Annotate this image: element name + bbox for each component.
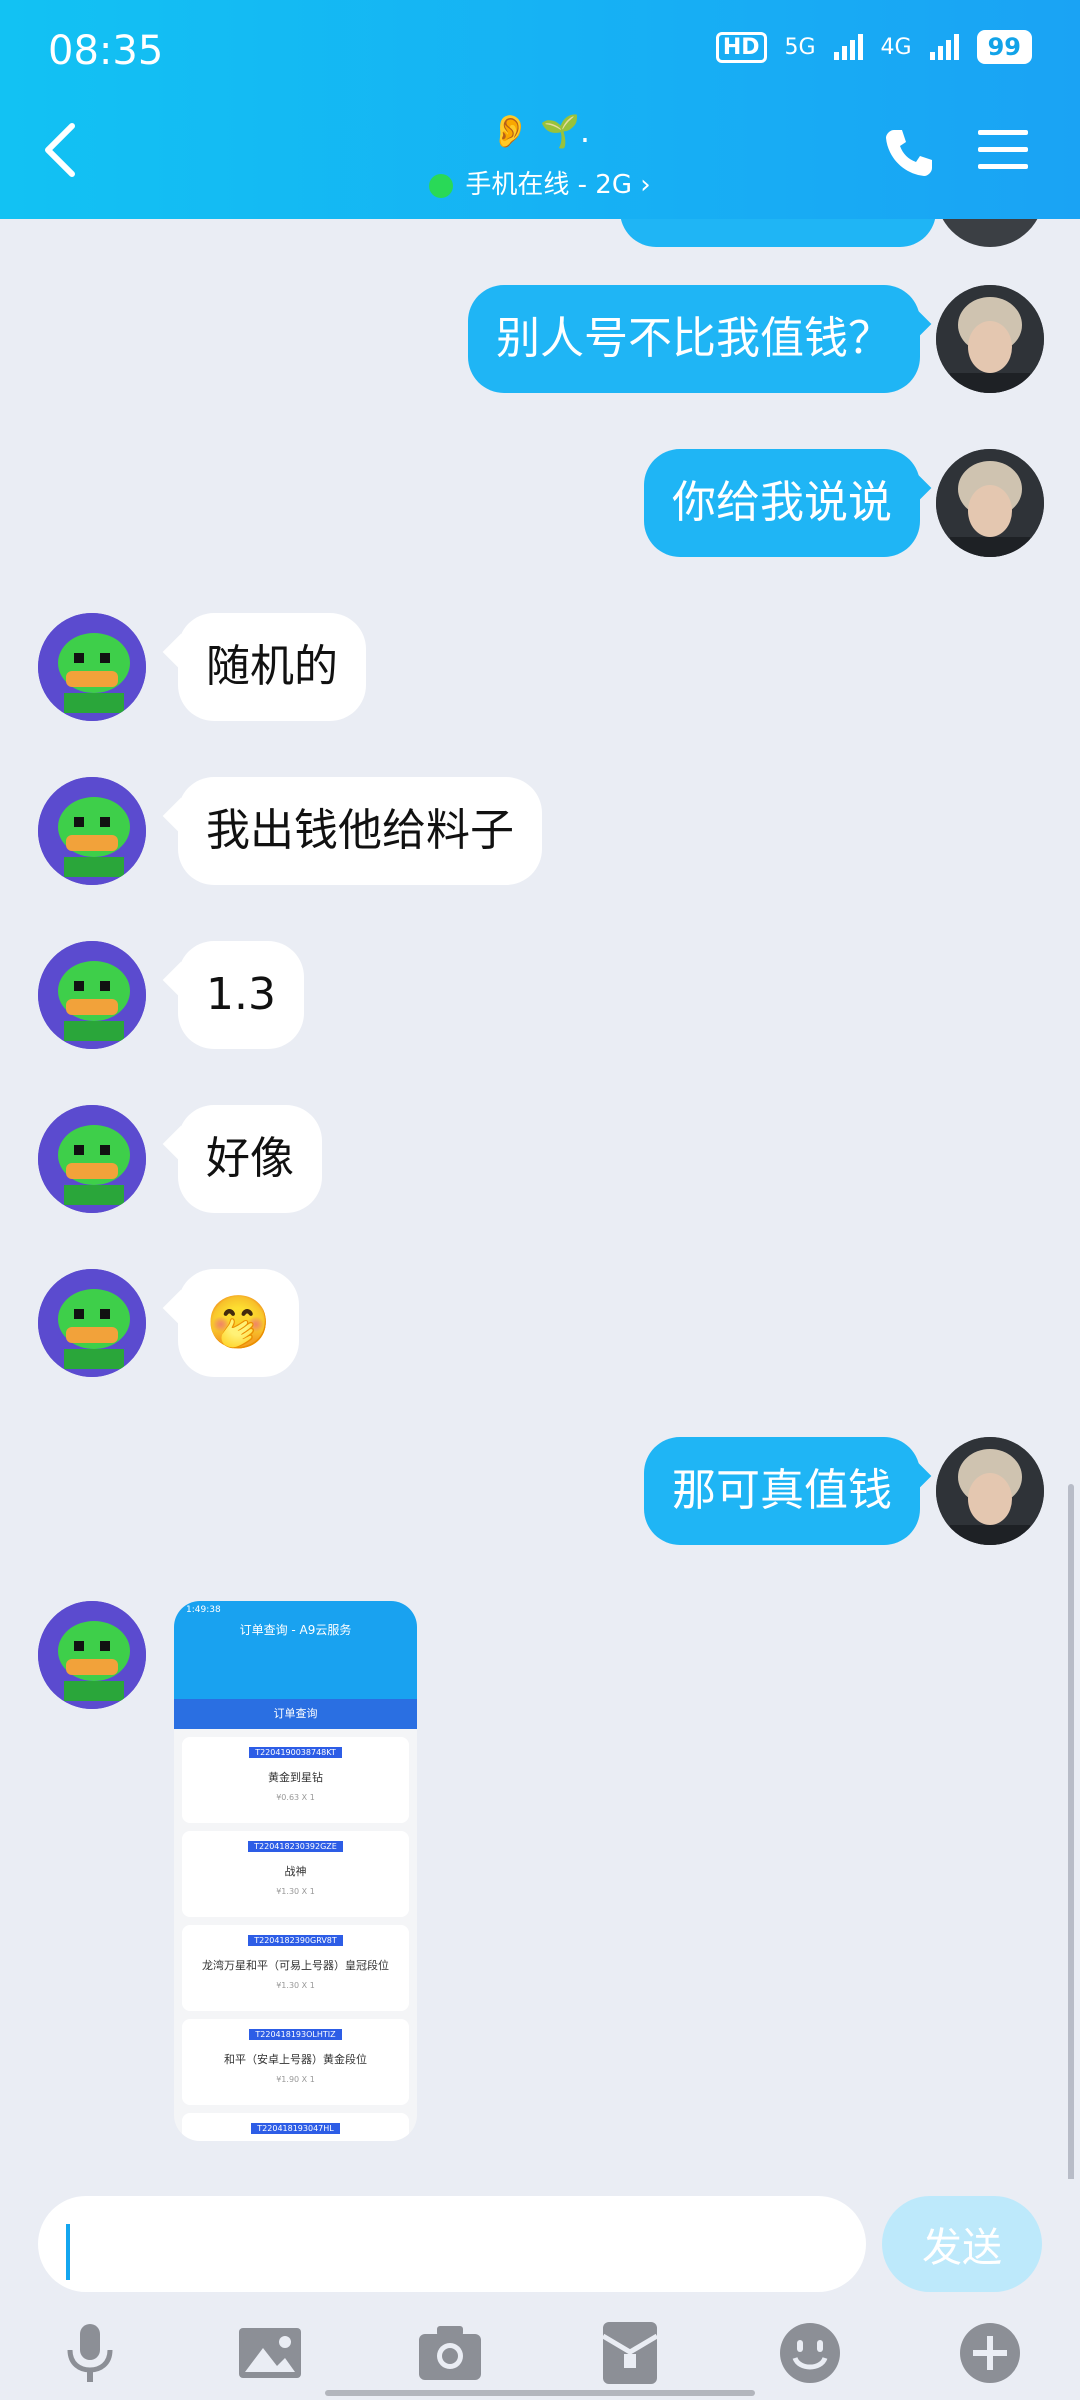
- contact-avatar[interactable]: [38, 613, 146, 721]
- avatar[interactable]: [936, 285, 1044, 393]
- order-id: T220418230392GZE: [248, 1841, 343, 1852]
- message-list[interactable]: 别人号不比我值钱？ 你给我说说 随机的 我出钱他给料子 1.3 好像 🤭 那可真…: [0, 219, 1080, 2179]
- order-price: ¥0.63 X 1: [276, 1793, 315, 1802]
- user-avatar-icon: [936, 285, 1044, 393]
- contact-avatar[interactable]: [38, 1269, 146, 1377]
- order-card: T220418193OLHTIZ 和平（安卓上号器）黄金段位 ¥1.90 X 1: [182, 2019, 409, 2105]
- image-message[interactable]: 1:49:38 订单查询 - A9云服务 订单查询 T2204190038748…: [174, 1601, 417, 2141]
- hd-badge: HD: [715, 31, 767, 63]
- camera-icon[interactable]: [415, 2318, 485, 2388]
- avatar[interactable]: [936, 449, 1044, 557]
- composer: 发送: [0, 2180, 1080, 2320]
- order-price: ¥1.30 X 1: [276, 1887, 315, 1896]
- plus-icon[interactable]: [955, 2318, 1025, 2388]
- contact-avatar[interactable]: [38, 777, 146, 885]
- message-input[interactable]: [38, 2196, 866, 2292]
- network-4g-label: 4G: [880, 34, 912, 60]
- avatar[interactable]: [936, 1437, 1044, 1545]
- composer-toolbar: [0, 2318, 1080, 2400]
- order-name: 战神: [284, 1865, 307, 1878]
- order-id: T220418193OLHTIZ: [249, 2029, 342, 2040]
- message-bubble-incoming[interactable]: 我出钱他给料子: [178, 777, 542, 885]
- message-bubble-outgoing[interactable]: 别人号不比我值钱？: [468, 285, 920, 393]
- order-card: T2204182390GRV8T 龙湾万星和平（可易上号器）皇冠段位 ¥1.30…: [182, 1925, 409, 2011]
- emoji-icon[interactable]: [775, 2318, 845, 2388]
- user-avatar-icon: [936, 1437, 1044, 1545]
- order-id: T2204190038748KT: [249, 1747, 342, 1758]
- contact-avatar[interactable]: [38, 941, 146, 1049]
- avatar[interactable]: [936, 219, 1044, 247]
- menu-icon[interactable]: [978, 128, 1028, 172]
- duck-avatar-icon: [38, 1269, 146, 1377]
- message-bubble-incoming[interactable]: 随机的: [178, 613, 366, 721]
- image-app-header: 1:49:38 订单查询 - A9云服务: [174, 1601, 417, 1699]
- phone-icon[interactable]: [880, 124, 936, 180]
- home-indicator[interactable]: [325, 2390, 755, 2396]
- message-bubble-outgoing[interactable]: 那可真值钱: [644, 1437, 920, 1545]
- order-id: T2204182390GRV8T: [248, 1935, 343, 1946]
- red-packet-icon[interactable]: [595, 2318, 665, 2388]
- duck-avatar-icon: [38, 1105, 146, 1213]
- status-icons: HD 5G 4G 99: [715, 30, 1032, 64]
- duck-avatar-icon: [38, 941, 146, 1049]
- image-icon[interactable]: [235, 2318, 305, 2388]
- duck-avatar-icon: [38, 777, 146, 885]
- user-avatar-icon: [936, 449, 1044, 557]
- message-bubble-outgoing[interactable]: 你给我说说: [644, 449, 920, 557]
- contact-avatar[interactable]: [38, 1105, 146, 1213]
- order-card: T220418230392GZE 战神 ¥1.30 X 1: [182, 1831, 409, 1917]
- order-price: ¥1.30 X 1: [276, 1981, 315, 1990]
- duck-avatar-icon: [38, 1601, 146, 1709]
- status-time: 08:35: [48, 28, 164, 74]
- image-app-title: 订单查询 - A9云服务: [239, 1623, 352, 1637]
- signal-icon: [833, 34, 863, 60]
- online-dot-icon: [429, 173, 454, 198]
- order-card: T2204190038748KT 黄金到星钻 ¥0.63 X 1: [182, 1737, 409, 1823]
- order-card: T220418193047HL: [182, 2113, 409, 2141]
- duck-avatar-icon: [38, 613, 146, 721]
- send-button[interactable]: 发送: [882, 2196, 1042, 2292]
- network-5g-label: 5G: [784, 34, 816, 60]
- order-name: 龙湾万星和平（可易上号器）皇冠段位: [202, 1959, 389, 1972]
- order-name: 黄金到星钻: [268, 1771, 323, 1784]
- contact-avatar[interactable]: [38, 1601, 146, 1709]
- image-bar-title: 订单查询: [174, 1699, 417, 1729]
- battery-icon: 99: [976, 30, 1032, 64]
- scrollbar[interactable]: [1068, 1484, 1074, 2179]
- presence-text: 手机在线 - 2G ›: [465, 170, 651, 200]
- message-bubble-incoming[interactable]: 1.3: [178, 941, 304, 1049]
- message-bubble-incoming[interactable]: 好像: [178, 1105, 322, 1213]
- order-name: 和平（安卓上号器）黄金段位: [224, 2053, 367, 2066]
- microphone-icon[interactable]: [55, 2318, 125, 2388]
- chat-header: 08:35 HD 5G 4G 99 👂 🌱. 手机在线 - 2G ›: [0, 0, 1080, 219]
- order-price: ¥1.90 X 1: [276, 2075, 315, 2084]
- image-status-time: 1:49:38: [186, 1605, 221, 1615]
- message-bubble-incoming[interactable]: 🤭: [178, 1269, 299, 1377]
- previous-message-bubble[interactable]: [620, 219, 936, 247]
- order-id: T220418193047HL: [251, 2123, 340, 2134]
- text-caret: [66, 2224, 70, 2280]
- signal-icon-2: [929, 34, 959, 60]
